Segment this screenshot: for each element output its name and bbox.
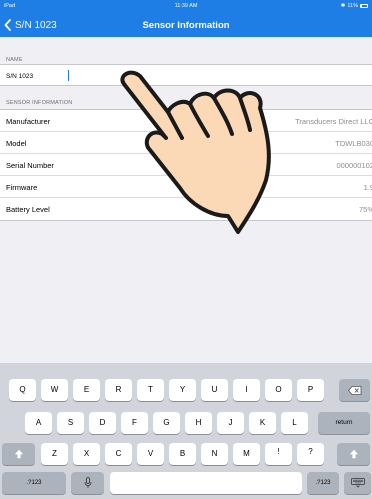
- key[interactable]: K: [249, 412, 276, 434]
- key-primary: ?: [308, 447, 313, 456]
- navigation-bar: S/N 1023 Sensor Information: [0, 14, 372, 36]
- shift-icon: [14, 449, 23, 459]
- backspace-icon: [347, 385, 361, 395]
- info-label: Battery Level: [6, 204, 50, 214]
- shift-key-left[interactable]: [2, 443, 35, 465]
- top-bar: iPad 11:39 AM ✱ 11% S/N 1023 Sensor Info…: [0, 0, 372, 37]
- name-field[interactable]: S/N 1023: [0, 64, 372, 86]
- sensor-section-header: SENSOR INFORMATION: [6, 100, 73, 106]
- key[interactable]: Z: [41, 443, 68, 465]
- return-key[interactable]: return: [318, 412, 370, 434]
- info-value: 1.9: [363, 182, 372, 192]
- key[interactable]: B: [169, 443, 196, 465]
- info-row-battery-level: Battery Level 75%: [0, 198, 372, 220]
- key[interactable]: M: [233, 443, 260, 465]
- key[interactable]: Q: [9, 379, 36, 401]
- status-right: ✱ 11%: [341, 0, 368, 12]
- question-period-key[interactable]: ?: [297, 443, 324, 465]
- key[interactable]: W: [41, 379, 68, 401]
- key[interactable]: E: [73, 379, 100, 401]
- info-value: 000000102: [336, 160, 372, 170]
- info-row-model: Model TDWLB030: [0, 132, 372, 154]
- numbers-key-right[interactable]: .?123: [307, 472, 339, 494]
- numbers-key-left[interactable]: .?123: [2, 472, 66, 494]
- delete-key[interactable]: [339, 379, 370, 401]
- key[interactable]: O: [265, 379, 292, 401]
- shift-icon: [349, 449, 358, 459]
- bluetooth-icon: ✱: [340, 3, 346, 9]
- app-screen: iPad 11:39 AM ✱ 11% S/N 1023 Sensor Info…: [0, 0, 372, 499]
- key[interactable]: F: [121, 412, 148, 434]
- shift-key-right[interactable]: [337, 443, 370, 465]
- info-row-serial-number: Serial Number 000000102: [0, 154, 372, 176]
- text-cursor: [68, 70, 70, 81]
- info-value: Transducers Direct LLC: [295, 116, 372, 126]
- info-value: TDWLB030: [335, 138, 372, 148]
- name-field-value: S/N 1023: [6, 73, 34, 80]
- battery-percent: 11%: [347, 3, 358, 9]
- status-time: 11:39 AM: [174, 3, 198, 9]
- key[interactable]: T: [137, 379, 164, 401]
- space-key[interactable]: [110, 472, 302, 494]
- key[interactable]: V: [137, 443, 164, 465]
- info-label: Manufacturer: [6, 116, 51, 126]
- key[interactable]: A: [25, 412, 52, 434]
- dictation-key[interactable]: [71, 472, 104, 494]
- info-value: 75%: [358, 204, 372, 214]
- key[interactable]: D: [89, 412, 116, 434]
- key[interactable]: U: [201, 379, 228, 401]
- key[interactable]: I: [233, 379, 260, 401]
- key[interactable]: H: [185, 412, 212, 434]
- key[interactable]: L: [281, 412, 308, 434]
- status-bar: iPad 11:39 AM ✱ 11%: [0, 0, 372, 12]
- key-primary: !: [277, 447, 280, 456]
- name-section-header: NAME: [6, 57, 23, 63]
- info-row-manufacturer: Manufacturer Transducers Direct LLC: [0, 110, 372, 132]
- hide-keyboard-key[interactable]: [344, 472, 371, 494]
- key[interactable]: P: [297, 379, 324, 401]
- info-label: Model: [6, 138, 27, 148]
- sensor-info-table: Manufacturer Transducers Direct LLC Mode…: [0, 109, 372, 221]
- info-label: Serial Number: [6, 160, 54, 170]
- keyboard-dismiss-icon: [350, 478, 365, 488]
- onscreen-keyboard: Q W E R T Y U I O P A S D F G H J K L re…: [0, 363, 372, 499]
- key[interactable]: G: [153, 412, 180, 434]
- info-label: Firmware: [6, 182, 38, 192]
- exclamation-comma-key[interactable]: !: [265, 443, 292, 465]
- key[interactable]: J: [217, 412, 244, 434]
- page-title: Sensor Information: [142, 20, 230, 31]
- battery-icon: [360, 4, 368, 8]
- key[interactable]: Y: [169, 379, 196, 401]
- key[interactable]: R: [105, 379, 132, 401]
- key[interactable]: C: [105, 443, 132, 465]
- key[interactable]: X: [73, 443, 100, 465]
- microphone-icon: [84, 477, 91, 488]
- key[interactable]: N: [201, 443, 228, 465]
- key[interactable]: S: [57, 412, 84, 434]
- info-row-firmware: Firmware 1.9: [0, 176, 372, 198]
